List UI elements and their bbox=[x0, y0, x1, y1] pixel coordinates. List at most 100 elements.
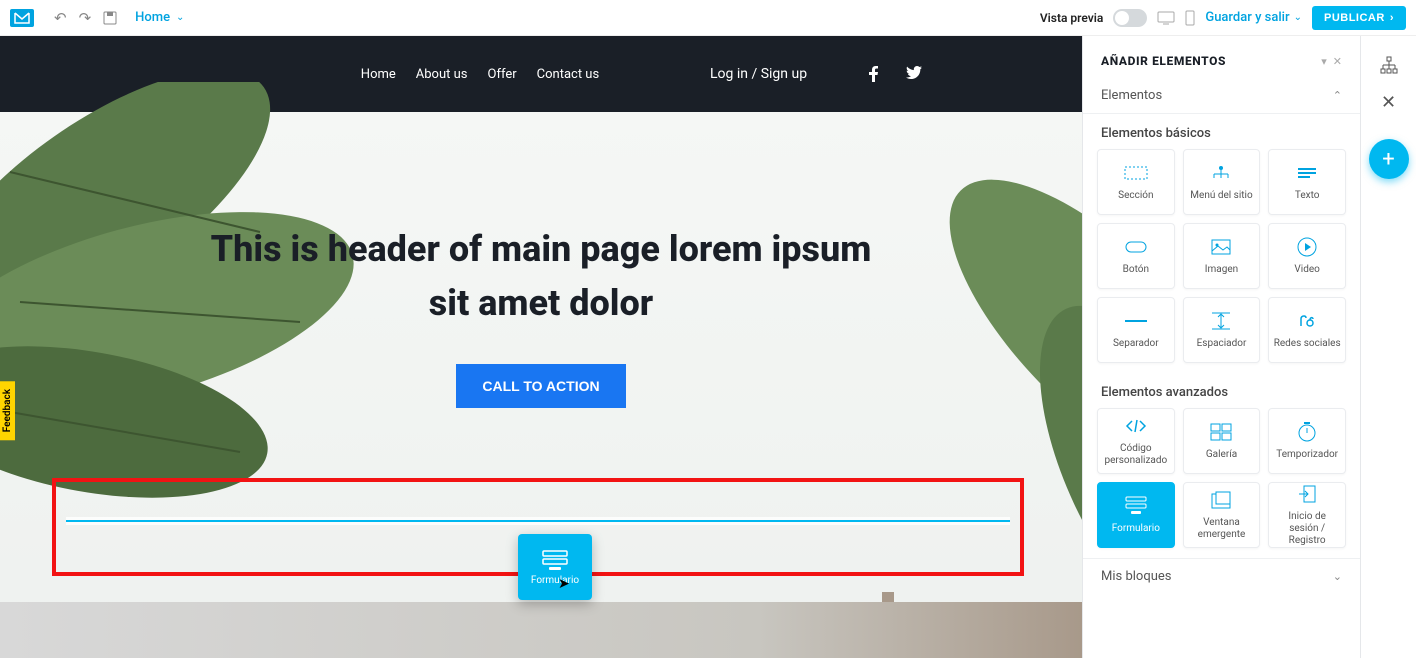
chevron-down-icon: ⌄ bbox=[176, 12, 184, 23]
elements-accordion[interactable]: Elementos ⌃ bbox=[1083, 78, 1360, 114]
page-canvas[interactable]: Home About us Offer Contact us Log in / … bbox=[0, 36, 1082, 658]
element-card-popup[interactable]: Ventana emergente bbox=[1183, 482, 1261, 548]
drop-guide-line bbox=[66, 520, 1010, 522]
text-icon bbox=[1298, 162, 1316, 184]
element-card-image[interactable]: Imagen bbox=[1183, 223, 1261, 289]
timer-icon bbox=[1298, 421, 1316, 443]
gallery-icon bbox=[1210, 421, 1232, 443]
mobile-icon[interactable] bbox=[1185, 10, 1195, 26]
basic-elements-grid: Sección Menú del sitio Texto Botón Image… bbox=[1083, 149, 1360, 373]
page-selector-label: Home bbox=[135, 10, 170, 25]
element-card-login[interactable]: Inicio de sesión / Registro bbox=[1268, 482, 1346, 548]
right-rail: ✕ + bbox=[1360, 36, 1416, 658]
feedback-tab[interactable]: Feedback bbox=[0, 381, 15, 440]
panel-header: AÑADIR ELEMENTOS ▾ ✕ bbox=[1083, 36, 1360, 78]
element-card-social[interactable]: Redes sociales bbox=[1268, 297, 1346, 363]
card-label: Galería bbox=[1202, 449, 1241, 461]
auth-link[interactable]: Log in / Sign up bbox=[710, 66, 807, 82]
card-label: Botón bbox=[1119, 264, 1153, 276]
advanced-elements-grid: Código personalizado Galería Temporizado… bbox=[1083, 408, 1360, 558]
social-icon bbox=[1296, 310, 1318, 332]
chevron-down-icon: ⌄ bbox=[1294, 12, 1302, 23]
code-icon bbox=[1125, 415, 1147, 437]
element-card-spacer[interactable]: Espaciador bbox=[1183, 297, 1261, 363]
drag-ghost-formulario: Formulario bbox=[518, 534, 592, 600]
page-selector[interactable]: Home ⌄ bbox=[135, 10, 184, 25]
card-label: Menú del sitio bbox=[1186, 190, 1256, 202]
save-icon[interactable] bbox=[103, 11, 117, 25]
arrow-right-icon: › bbox=[1390, 12, 1394, 24]
card-label: Texto bbox=[1291, 190, 1324, 202]
video-icon bbox=[1297, 236, 1317, 258]
element-card-video[interactable]: Video bbox=[1268, 223, 1346, 289]
hero-heading[interactable]: This is header of main page lorem ipsum … bbox=[191, 222, 891, 330]
image-icon bbox=[1211, 236, 1231, 258]
element-card-gallery[interactable]: Galería bbox=[1183, 408, 1261, 474]
element-card-code[interactable]: Código personalizado bbox=[1097, 408, 1175, 474]
card-label: Espaciador bbox=[1193, 338, 1251, 350]
myblocks-accordion[interactable]: Mis bloques ⌄ bbox=[1083, 558, 1360, 594]
close-rail-icon[interactable]: ✕ bbox=[1381, 92, 1396, 113]
chevron-down-icon: ⌄ bbox=[1333, 570, 1342, 583]
facebook-icon[interactable] bbox=[869, 66, 878, 82]
spacer-icon bbox=[1212, 310, 1230, 332]
top-toolbar: ↶ ↷ Home ⌄ Vista previa Guardar y salir … bbox=[0, 0, 1416, 36]
save-exit-button[interactable]: Guardar y salir ⌄ bbox=[1205, 10, 1302, 25]
elements-sidebar: AÑADIR ELEMENTOS ▾ ✕ Elementos ⌃ Element… bbox=[1082, 36, 1360, 658]
chevron-up-icon: ⌃ bbox=[1333, 89, 1342, 102]
cursor-icon: ➤ bbox=[558, 576, 570, 592]
add-element-button[interactable]: + bbox=[1369, 139, 1409, 179]
canvas-area[interactable]: Feedback Home About us Offer Contact us … bbox=[0, 36, 1082, 658]
menu-icon bbox=[1211, 162, 1231, 184]
nav-link[interactable]: About us bbox=[416, 67, 468, 82]
publish-button[interactable]: PUBLICAR › bbox=[1312, 6, 1406, 30]
card-label: Sección bbox=[1114, 190, 1157, 202]
accordion-label: Mis bloques bbox=[1101, 569, 1333, 584]
basic-elements-label: Elementos básicos bbox=[1083, 114, 1360, 149]
element-card-menu[interactable]: Menú del sitio bbox=[1183, 149, 1261, 215]
element-card-text[interactable]: Texto bbox=[1268, 149, 1346, 215]
preview-label: Vista previa bbox=[1040, 11, 1103, 25]
form-icon bbox=[1124, 495, 1148, 517]
cta-button[interactable]: CALL TO ACTION bbox=[456, 364, 625, 408]
element-card-section[interactable]: Sección bbox=[1097, 149, 1175, 215]
advanced-elements-label: Elementos avanzados bbox=[1083, 373, 1360, 408]
login-icon bbox=[1298, 483, 1316, 505]
button-icon bbox=[1125, 236, 1147, 258]
card-label: Inicio de sesión / Registro bbox=[1269, 511, 1345, 547]
nav-link[interactable]: Offer bbox=[488, 67, 517, 82]
card-label: Separador bbox=[1109, 338, 1163, 350]
accordion-label: Elementos bbox=[1101, 88, 1333, 103]
popup-icon bbox=[1211, 489, 1231, 511]
card-label: Imagen bbox=[1201, 264, 1242, 276]
element-card-timer[interactable]: Temporizador bbox=[1268, 408, 1346, 474]
card-label: Código personalizado bbox=[1098, 443, 1174, 467]
preview-toggle[interactable] bbox=[1113, 9, 1147, 27]
app-logo[interactable] bbox=[10, 9, 34, 27]
card-label: Ventana emergente bbox=[1184, 517, 1260, 541]
nav-link[interactable]: Contact us bbox=[537, 67, 600, 82]
twitter-icon[interactable] bbox=[906, 66, 922, 82]
site-nav-menu: Home About us Offer Contact us bbox=[330, 67, 630, 82]
separator-icon bbox=[1125, 310, 1147, 332]
panel-title: AÑADIR ELEMENTOS bbox=[1101, 54, 1315, 68]
card-label: Temporizador bbox=[1272, 449, 1342, 461]
card-label: Redes sociales bbox=[1270, 338, 1345, 350]
minimize-icon[interactable]: ▾ bbox=[1321, 55, 1327, 68]
close-icon[interactable]: ✕ bbox=[1333, 55, 1342, 68]
element-card-button[interactable]: Botón bbox=[1097, 223, 1175, 289]
form-icon bbox=[541, 549, 569, 571]
redo-icon[interactable]: ↷ bbox=[79, 9, 92, 27]
decorative-shelf bbox=[0, 602, 1082, 658]
save-exit-label: Guardar y salir bbox=[1205, 10, 1289, 25]
publish-label: PUBLICAR bbox=[1324, 12, 1385, 24]
drag-ghost-label: Formulario bbox=[531, 575, 579, 586]
nav-link[interactable]: Home bbox=[361, 67, 396, 82]
section-icon bbox=[1124, 162, 1148, 184]
desktop-icon[interactable] bbox=[1157, 11, 1175, 25]
element-card-separator[interactable]: Separador bbox=[1097, 297, 1175, 363]
undo-icon[interactable]: ↶ bbox=[54, 9, 67, 27]
structure-icon[interactable] bbox=[1380, 56, 1398, 74]
element-card-form[interactable]: Formulario bbox=[1097, 482, 1175, 548]
social-icons bbox=[869, 66, 922, 82]
